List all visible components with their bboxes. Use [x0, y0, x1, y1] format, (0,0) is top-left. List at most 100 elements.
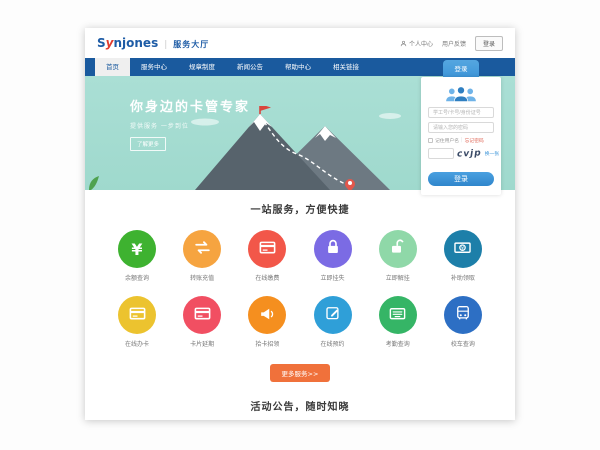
lock-open-icon	[389, 238, 407, 260]
portal-page: Synjones | 服务大厅 个人中心 用户反馈 登录 首页服务中心规章制度新…	[85, 28, 515, 420]
service-label: 立即挂失	[305, 273, 361, 282]
logo[interactable]: Synjones | 服务大厅	[97, 36, 209, 50]
login-submit-button[interactable]: 登录	[428, 172, 494, 186]
user-icon	[400, 40, 407, 47]
service-label: 在线预约	[305, 339, 361, 348]
yuan-icon: ¥	[131, 240, 142, 259]
transfer-arrows-icon	[193, 238, 212, 261]
header-right: 个人中心 用户反馈 登录	[400, 36, 503, 51]
service-label: 在线缴费	[239, 273, 295, 282]
service-item-11[interactable]: 校车查询	[435, 296, 491, 348]
service-label: 在线办卡	[109, 339, 165, 348]
nav-item-3[interactable]: 新闻公告	[226, 58, 274, 76]
service-circle[interactable]	[444, 296, 482, 334]
service-circle[interactable]	[379, 230, 417, 268]
lock-closed-icon	[324, 238, 342, 260]
nav-item-0[interactable]: 首页	[95, 58, 130, 76]
service-label: 拾卡招领	[239, 339, 295, 348]
service-item-2[interactable]: 在线缴费	[239, 230, 295, 282]
service-circle[interactable]	[314, 230, 352, 268]
forgot-password-link[interactable]: 忘记密码	[465, 137, 484, 144]
service-item-0[interactable]: ¥ 余额查询	[109, 230, 165, 282]
service-label: 转账充值	[174, 273, 230, 282]
service-item-3[interactable]: 立即挂失	[305, 230, 361, 282]
login-tab[interactable]: 登录	[443, 60, 479, 77]
edit-pencil-icon	[324, 304, 342, 326]
site-name: 服务大厅	[173, 39, 209, 50]
user-feedback-label: 用户反馈	[442, 39, 466, 48]
bank-card-icon	[258, 238, 277, 261]
logo-part-1: S	[97, 36, 106, 50]
hero-subtitle: 提供服务 一步到位	[130, 121, 250, 130]
service-label: 立即解挂	[370, 273, 426, 282]
hero-title: 你身边的卡管专家	[130, 96, 250, 115]
banknote-icon: ¥	[453, 238, 472, 261]
announcements-section: 活动公告，随时知晓 最新动态 最新公告 更多>> 使用指南 更多>>	[85, 398, 515, 420]
bus-icon	[454, 304, 472, 326]
bank-card-icon	[193, 304, 212, 327]
service-item-8[interactable]: 拾卡招领	[239, 296, 295, 348]
service-item-7[interactable]: 卡片延期	[174, 296, 230, 348]
nav-item-2[interactable]: 规章制度	[178, 58, 226, 76]
service-circle[interactable]: ¥	[118, 230, 156, 268]
hero-cta-button[interactable]: 了解更多	[130, 137, 166, 151]
logo-part-2: njones	[113, 36, 158, 50]
captcha-image[interactable]: cvjp	[457, 148, 482, 159]
services-row-1: ¥ 余额查询 转账充值 在线缴费 立即挂失 立即解挂 ¥ 补助领取	[85, 230, 515, 282]
keyboard-icon	[388, 304, 407, 327]
megaphone-icon	[258, 304, 277, 327]
captcha-row: cvjp 换一张	[428, 148, 494, 159]
service-item-1[interactable]: 转账充值	[174, 230, 230, 282]
service-circle[interactable]	[379, 296, 417, 334]
header-login-button[interactable]: 登录	[475, 36, 503, 51]
service-label: 卡片延期	[174, 339, 230, 348]
hero-text: 你身边的卡管专家 提供服务 一步到位 了解更多	[130, 96, 250, 151]
service-circle[interactable]	[118, 296, 156, 334]
service-circle[interactable]	[248, 230, 286, 268]
nav-item-1[interactable]: 服务中心	[130, 58, 178, 76]
captcha-input[interactable]	[428, 148, 454, 159]
captcha-refresh-link[interactable]: 换一张	[485, 150, 499, 157]
hero-banner: 你身边的卡管专家 提供服务 一步到位 了解更多	[85, 76, 515, 190]
service-label: 余额查询	[109, 273, 165, 282]
services-row-2: 在线办卡 卡片延期 拾卡招领 在线预约 考勤查询 校车查询	[85, 296, 515, 348]
password-input[interactable]	[428, 122, 494, 133]
nav-item-5[interactable]: 相关链接	[322, 58, 370, 76]
users-group-icon	[444, 85, 478, 102]
username-input[interactable]	[428, 107, 494, 118]
remember-label: 记住用户名	[435, 137, 459, 144]
header: Synjones | 服务大厅 个人中心 用户反馈 登录	[85, 28, 515, 58]
more-services-button[interactable]: 更多服务>>	[270, 364, 331, 382]
personal-center-link[interactable]: 个人中心	[400, 39, 433, 48]
service-item-5[interactable]: ¥ 补助领取	[435, 230, 491, 282]
services-title: 一站服务，方便快捷	[85, 201, 515, 216]
separator: |	[461, 138, 463, 143]
service-item-6[interactable]: 在线办卡	[109, 296, 165, 348]
service-circle[interactable]: ¥	[444, 230, 482, 268]
service-label: 补助领取	[435, 273, 491, 282]
service-circle[interactable]	[183, 230, 221, 268]
login-panel: 登录 记住用户名 | 忘记密码	[421, 60, 501, 195]
service-item-10[interactable]: 考勤查询	[370, 296, 426, 348]
logo-accent: y	[106, 36, 114, 50]
announcements-title: 活动公告，随时知晓	[85, 398, 515, 413]
screenshot-stage: Synjones | 服务大厅 个人中心 用户反馈 登录 首页服务中心规章制度新…	[0, 0, 600, 450]
service-label: 考勤查询	[370, 339, 426, 348]
service-item-9[interactable]: 在线预约	[305, 296, 361, 348]
service-circle[interactable]	[248, 296, 286, 334]
service-circle[interactable]	[183, 296, 221, 334]
remember-row: 记住用户名 | 忘记密码	[428, 137, 494, 144]
remember-checkbox[interactable]	[428, 138, 433, 143]
logo-divider: |	[164, 40, 167, 50]
leaf-decoration	[87, 174, 103, 190]
user-feedback-link[interactable]: 用户反馈	[442, 39, 466, 48]
login-form: 记住用户名 | 忘记密码 cvjp 换一张 登录	[421, 77, 501, 195]
service-label: 校车查询	[435, 339, 491, 348]
nav-item-4[interactable]: 帮助中心	[274, 58, 322, 76]
service-item-4[interactable]: 立即解挂	[370, 230, 426, 282]
services-section: 一站服务，方便快捷 ¥ 余额查询 转账充值 在线缴费 立即挂失 立即解挂 ¥ 补…	[85, 190, 515, 382]
svg-text:¥: ¥	[461, 245, 464, 251]
service-circle[interactable]	[314, 296, 352, 334]
personal-center-label: 个人中心	[409, 39, 433, 48]
bank-card-icon	[128, 304, 147, 327]
